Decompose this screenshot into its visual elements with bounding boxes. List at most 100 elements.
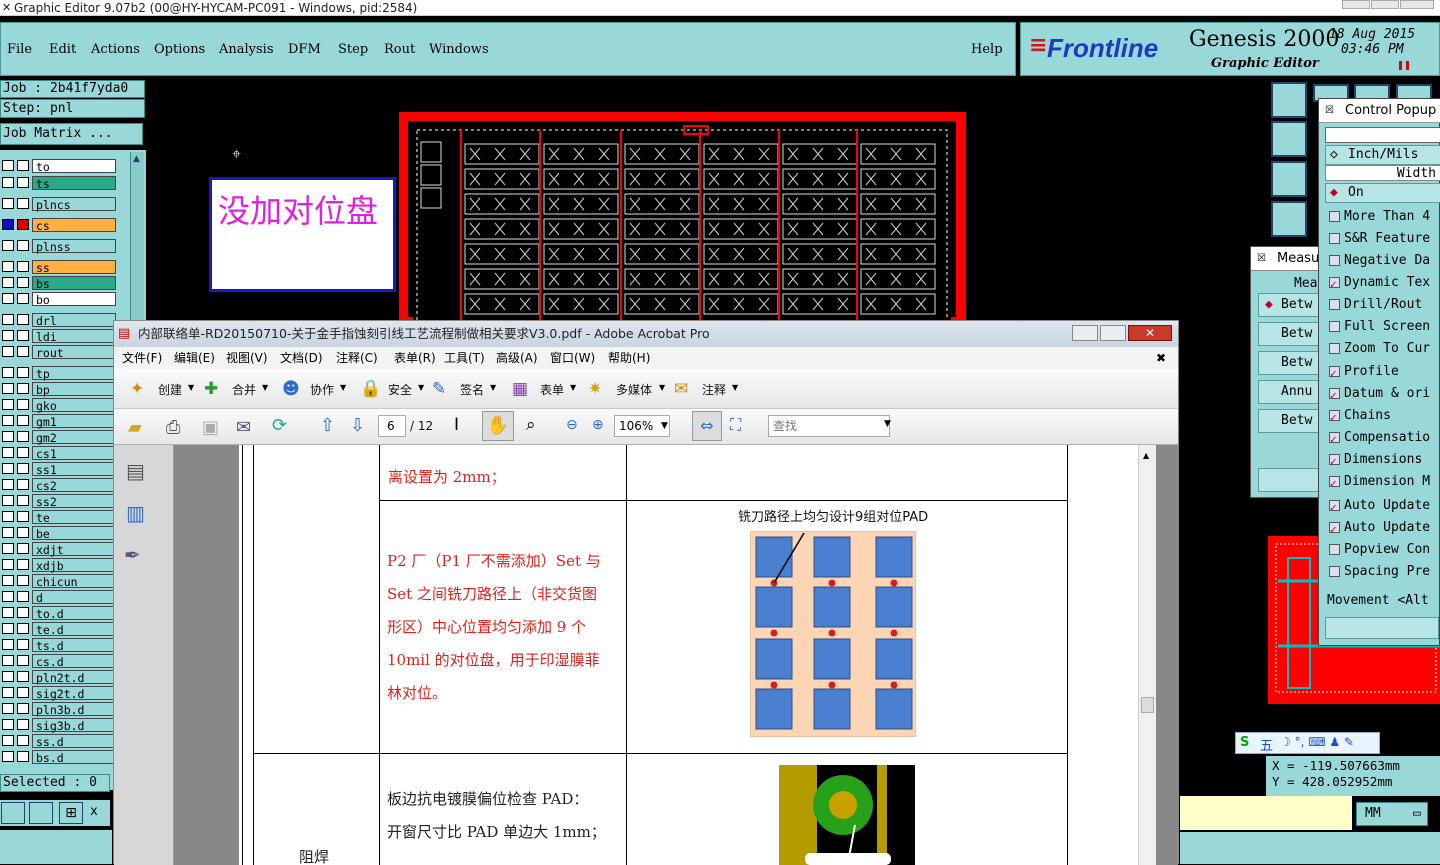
layer-display-checkbox[interactable] — [17, 495, 29, 506]
layer-name[interactable]: to — [32, 159, 116, 174]
layer-row-te[interactable]: te — [0, 509, 118, 525]
layer-affected-checkbox[interactable] — [2, 447, 14, 458]
layer-affected-checkbox[interactable] — [2, 383, 14, 394]
layer-row-bs-d[interactable]: bs.d — [0, 749, 118, 765]
chevron-down-icon[interactable]: ▼ — [490, 383, 496, 392]
checkbox-checked-icon[interactable] — [1329, 497, 1340, 516]
layer-name[interactable]: bs.d — [32, 750, 116, 765]
chevron-down-icon[interactable]: ▼ — [884, 419, 891, 429]
hand-tool-icon[interactable]: ✋ — [482, 411, 514, 441]
layer-row-to-d[interactable]: to.d — [0, 605, 118, 621]
measure-between-button-1[interactable]: ◆ Betw — [1258, 293, 1320, 317]
control-action-button[interactable] — [1325, 617, 1439, 639]
layer-display-checkbox[interactable] — [17, 240, 29, 251]
chevron-down-icon[interactable]: ▼ — [188, 383, 194, 392]
layer-name[interactable]: d — [32, 590, 116, 605]
layer-name[interactable]: ss2 — [32, 494, 116, 509]
menu-options[interactable]: Options — [154, 42, 205, 57]
layer-display-checkbox[interactable] — [17, 160, 29, 171]
layer-row-cs1[interactable]: cs1 — [0, 445, 118, 461]
layer-row-sig3b-d[interactable]: sig3b.d — [0, 717, 118, 733]
acrobat-menu-item[interactable]: 文件(F) — [122, 347, 162, 369]
layer-name[interactable]: pln3b.d — [32, 702, 116, 717]
toolbar-task-button[interactable]: 合并 — [232, 381, 256, 398]
fit-width-icon[interactable]: ⇔ — [692, 411, 722, 441]
layer-display-checkbox[interactable] — [17, 463, 29, 474]
layer-display-checkbox[interactable] — [17, 719, 29, 730]
chevron-down-icon[interactable]: ▼ — [732, 383, 738, 392]
acrobat-close-button[interactable]: ✕ — [1128, 325, 1172, 341]
layer-name[interactable]: cs.d — [32, 654, 116, 669]
layer-row-chicun[interactable]: chicun — [0, 573, 118, 589]
layer-name[interactable]: te.d — [32, 622, 116, 637]
checkbox-icon[interactable] — [1329, 544, 1340, 555]
layer-affected-checkbox[interactable] — [2, 330, 14, 341]
layer-affected-checkbox[interactable] — [2, 543, 14, 554]
layer-affected-checkbox[interactable] — [2, 415, 14, 426]
scroll-up-icon[interactable]: ▲ — [133, 154, 140, 164]
layer-affected-checkbox[interactable] — [2, 703, 14, 714]
layer-name[interactable]: te — [32, 510, 116, 525]
layer-affected-checkbox[interactable] — [2, 431, 14, 442]
layer-display-checkbox[interactable] — [17, 559, 29, 570]
layer-display-checkbox[interactable] — [17, 671, 29, 682]
measure-between-button-4[interactable]: Betw — [1258, 409, 1320, 433]
layer-row-pln3b-d[interactable]: pln3b.d — [0, 701, 118, 717]
toolbar-task-button[interactable]: 注释 — [702, 381, 726, 398]
layer-row-cs-d[interactable]: cs.d — [0, 653, 118, 669]
layer-affected-checkbox[interactable] — [2, 511, 14, 522]
menu-file[interactable]: File — [7, 42, 32, 57]
layer-affected-checkbox[interactable] — [2, 671, 14, 682]
job-matrix-button[interactable]: Job Matrix ... — [0, 123, 143, 145]
layer-name[interactable]: ts — [32, 176, 116, 191]
chevron-down-icon[interactable]: ▼ — [418, 383, 424, 392]
checkbox-icon[interactable] — [1329, 299, 1340, 310]
layer-name[interactable]: ss.d — [32, 734, 116, 749]
control-option[interactable]: More Than 4 — [1326, 206, 1440, 227]
save-icon[interactable]: ▣ — [202, 417, 219, 438]
layer-name[interactable]: rout — [32, 345, 116, 360]
window-close-icon[interactable]: ☒ — [1325, 105, 1334, 116]
next-page-icon[interactable]: ⇩ — [350, 415, 365, 436]
layer-row-plnss[interactable]: plnss — [0, 238, 118, 254]
document-scrollbar[interactable]: ▲ — [1138, 445, 1156, 865]
layer-row-ss[interactable]: ss — [0, 259, 118, 275]
measure-tool-icon[interactable] — [29, 802, 53, 824]
layer-tool-icon[interactable] — [1271, 121, 1307, 157]
layer-display-checkbox[interactable] — [17, 219, 29, 230]
layer-row-tp[interactable]: tp — [0, 365, 118, 381]
layer-row-ss2[interactable]: ss2 — [0, 493, 118, 509]
menu-windows[interactable]: Windows — [429, 42, 489, 57]
layer-row-ss-d[interactable]: ss.d — [0, 733, 118, 749]
layer-display-checkbox[interactable] — [17, 511, 29, 522]
checkbox-checked-icon[interactable] — [1329, 385, 1340, 404]
measure-between-button-2[interactable]: Betw — [1258, 322, 1320, 346]
open-icon[interactable]: ▰ — [128, 417, 142, 438]
select-tool-icon[interactable] — [1, 802, 25, 824]
layer-row-gko[interactable]: gko — [0, 397, 118, 413]
layer-row-be[interactable]: be — [0, 525, 118, 541]
layer-name[interactable]: ss — [32, 260, 116, 275]
search-input[interactable]: 查找 — [768, 415, 890, 437]
layer-row-sig2t-d[interactable]: sig2t.d — [0, 685, 118, 701]
layer-affected-checkbox[interactable] — [2, 346, 14, 357]
select-text-icon[interactable]: I — [454, 415, 459, 435]
layer-display-checkbox[interactable] — [17, 383, 29, 394]
layer-name[interactable]: sig3b.d — [32, 718, 116, 733]
layer-display-checkbox[interactable] — [17, 367, 29, 378]
layer-affected-checkbox[interactable] — [2, 607, 14, 618]
layer-name[interactable]: bs — [32, 276, 116, 291]
checkbox-icon[interactable] — [1329, 566, 1340, 577]
control-option[interactable]: Chains — [1326, 405, 1440, 426]
checkbox-icon[interactable] — [1329, 255, 1340, 266]
layer-row-ss1[interactable]: ss1 — [0, 461, 118, 477]
menu-actions[interactable]: Actions — [91, 42, 140, 57]
layer-name[interactable]: pln2t.d — [32, 670, 116, 685]
layer-name[interactable]: drl — [32, 313, 116, 328]
layer-row-to[interactable]: to — [0, 158, 118, 174]
layer-affected-checkbox[interactable] — [2, 559, 14, 570]
layer-display-checkbox[interactable] — [17, 261, 29, 272]
grid-tool-icon[interactable]: ⊞ — [59, 802, 83, 824]
layer-affected-checkbox[interactable] — [2, 655, 14, 666]
layer-affected-checkbox[interactable] — [2, 719, 14, 730]
